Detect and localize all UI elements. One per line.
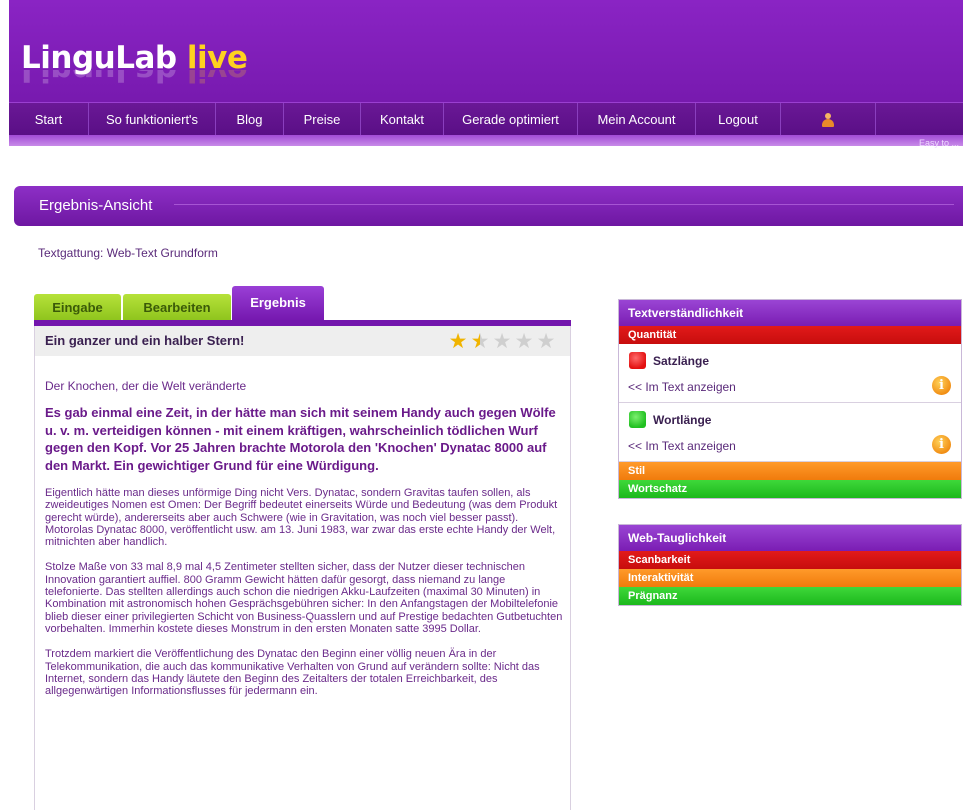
metric-wortlaenge: Wortlänge << Im Text anzeigen i xyxy=(619,403,961,462)
star-icon: ★ xyxy=(448,329,468,353)
show-in-text-link[interactable]: << Im Text anzeigen xyxy=(628,439,736,453)
metric-name: Satzlänge xyxy=(653,354,710,368)
page-title: Ergebnis-Ansicht xyxy=(39,197,153,214)
nav-preise[interactable]: Preise xyxy=(284,103,361,136)
info-icon[interactable]: i xyxy=(932,435,951,454)
nav-underline xyxy=(9,135,963,146)
nav-mein-account[interactable]: Mein Account xyxy=(578,103,696,136)
article-paragraph: Trotzdem markiert die Veröffentlichung d… xyxy=(45,648,540,698)
star-rating: ★ ★ ★ ★ ★ xyxy=(447,330,557,352)
category-interaktivitaet[interactable]: Interaktivität xyxy=(619,569,961,587)
panel-textverstaendlichkeit: Textverständlichkeit Quantität Satzlänge… xyxy=(618,299,962,499)
star-icon: ★ xyxy=(470,329,490,353)
result-content: Ein ganzer und ein halber Stern! ★ ★ ★ ★… xyxy=(34,326,571,810)
nav-kontakt[interactable]: Kontakt xyxy=(361,103,444,136)
text-genre: Textgattung: Web-Text Grundform xyxy=(38,246,218,260)
category-wortschatz[interactable]: Wortschatz xyxy=(619,480,961,498)
article-paragraph: Eigentlich hätte man dieses unförmige Di… xyxy=(45,487,558,549)
metric-satzlaenge: Satzlänge << Im Text anzeigen i xyxy=(619,344,961,403)
article-paragraph: Stolze Maße von 33 mal 8,9 mal 4,5 Zenti… xyxy=(45,561,563,635)
article-lead: Es gab einmal eine Zeit, in der hätte ma… xyxy=(45,405,556,473)
article: Der Knochen, der die Welt veränderte Es … xyxy=(35,379,570,697)
tab-ergebnis[interactable]: Ergebnis xyxy=(232,286,324,322)
status-red-icon xyxy=(629,352,646,369)
header-corner-link[interactable]: Easy to ... xyxy=(919,138,959,148)
category-stil[interactable]: Stil xyxy=(619,462,961,480)
star-icon: ★ xyxy=(492,329,512,353)
article-kicker: Der Knochen, der die Welt veränderte xyxy=(45,379,247,393)
nav-blog[interactable]: Blog xyxy=(216,103,284,136)
show-in-text-link[interactable]: << Im Text anzeigen xyxy=(628,380,736,394)
status-green-icon xyxy=(629,411,646,428)
category-quantitaet[interactable]: Quantität xyxy=(619,326,961,344)
tab-eingabe[interactable]: Eingabe xyxy=(34,294,121,322)
nav-start[interactable]: Start xyxy=(9,103,89,136)
nav-logout[interactable]: Logout xyxy=(696,103,781,136)
nav-so-funktionierts[interactable]: So funktioniert's xyxy=(89,103,216,136)
rating-text: Ein ganzer und ein halber Stern! xyxy=(45,333,245,348)
info-icon[interactable]: i xyxy=(932,376,951,395)
nav-gerade-optimiert[interactable]: Gerade optimiert xyxy=(444,103,578,136)
page-title-bar: Ergebnis-Ansicht xyxy=(14,186,963,226)
main-nav: Start So funktioniert's Blog Preise Kont… xyxy=(9,102,963,136)
logo-reflection: LinguLab live xyxy=(21,70,248,88)
nav-user[interactable] xyxy=(781,103,876,136)
panel-web-tauglichkeit: Web-Tauglichkeit Scanbarkeit Interaktivi… xyxy=(618,524,962,606)
rating-header: Ein ganzer und ein halber Stern! ★ ★ ★ ★… xyxy=(35,326,570,356)
star-icon: ★ xyxy=(514,329,534,353)
category-scanbarkeit[interactable]: Scanbarkeit xyxy=(619,551,961,569)
panel-title: Web-Tauglichkeit xyxy=(619,525,961,551)
panel-title: Textverständlichkeit xyxy=(619,300,961,326)
metric-name: Wortlänge xyxy=(653,413,712,427)
user-icon xyxy=(821,112,835,127)
category-praegnanz[interactable]: Prägnanz xyxy=(619,587,961,605)
tab-bearbeiten[interactable]: Bearbeiten xyxy=(123,294,231,322)
star-icon: ★ xyxy=(536,329,556,353)
